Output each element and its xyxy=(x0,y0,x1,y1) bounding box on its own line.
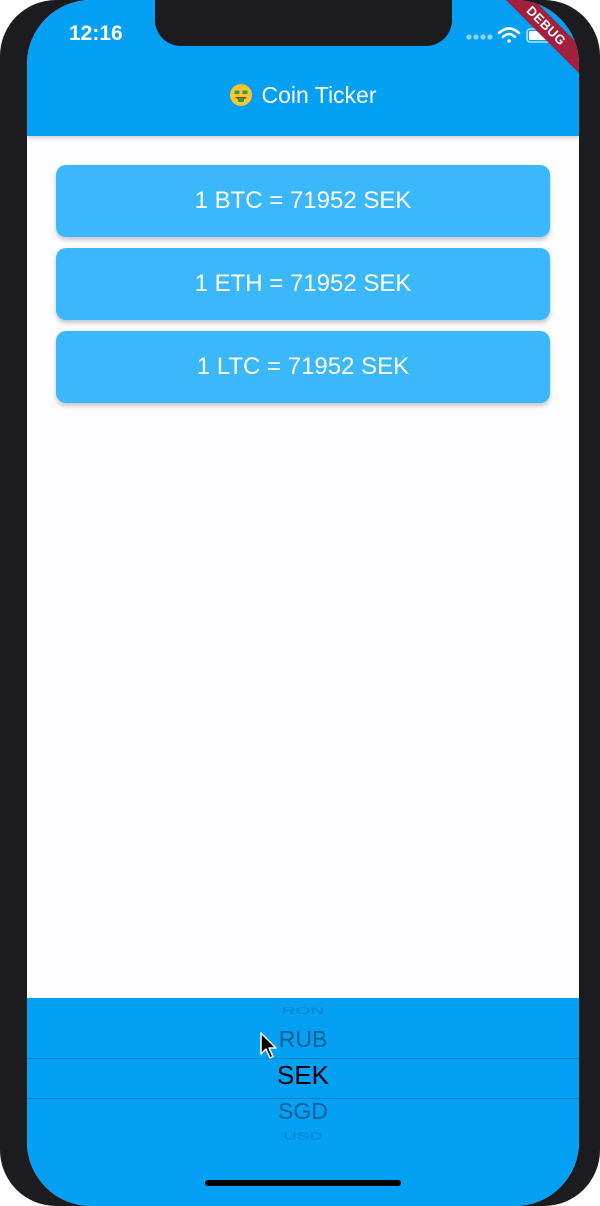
app-title-text: Coin Ticker xyxy=(261,82,377,108)
picker-item[interactable]: RUB xyxy=(27,1026,579,1053)
picker-selected-item[interactable]: SEK xyxy=(27,1060,579,1091)
signal-dots-icon xyxy=(466,34,493,40)
rate-card-btc: 1 BTC = 71952 SEK xyxy=(56,165,550,237)
money-mouth-face-icon xyxy=(230,84,253,106)
home-indicator xyxy=(205,1180,401,1186)
currency-picker[interactable]: RON RUB SEK SGD USD xyxy=(27,998,579,1206)
mouse-cursor-icon xyxy=(260,1032,277,1059)
picker-selection-top-line xyxy=(27,1058,579,1059)
app-title: Coin Ticker xyxy=(27,82,579,109)
rate-card-eth: 1 ETH = 71952 SEK xyxy=(56,248,550,320)
device-notch xyxy=(155,0,452,46)
phone-frame: Coin Ticker 12:16 DEBUG 1 BTC = 71952 SE… xyxy=(0,0,600,1206)
picker-item[interactable]: RON xyxy=(27,1005,579,1017)
status-time: 12:16 xyxy=(69,22,123,45)
rate-card-ltc: 1 LTC = 71952 SEK xyxy=(56,331,550,403)
picker-item[interactable]: USD xyxy=(27,1131,579,1143)
app-screen: Coin Ticker 12:16 DEBUG 1 BTC = 71952 SE… xyxy=(27,0,579,1206)
picker-item[interactable]: SGD xyxy=(27,1098,579,1125)
rate-card-list: 1 BTC = 71952 SEK 1 ETH = 71952 SEK 1 LT… xyxy=(56,165,550,414)
wifi-icon xyxy=(497,27,521,43)
